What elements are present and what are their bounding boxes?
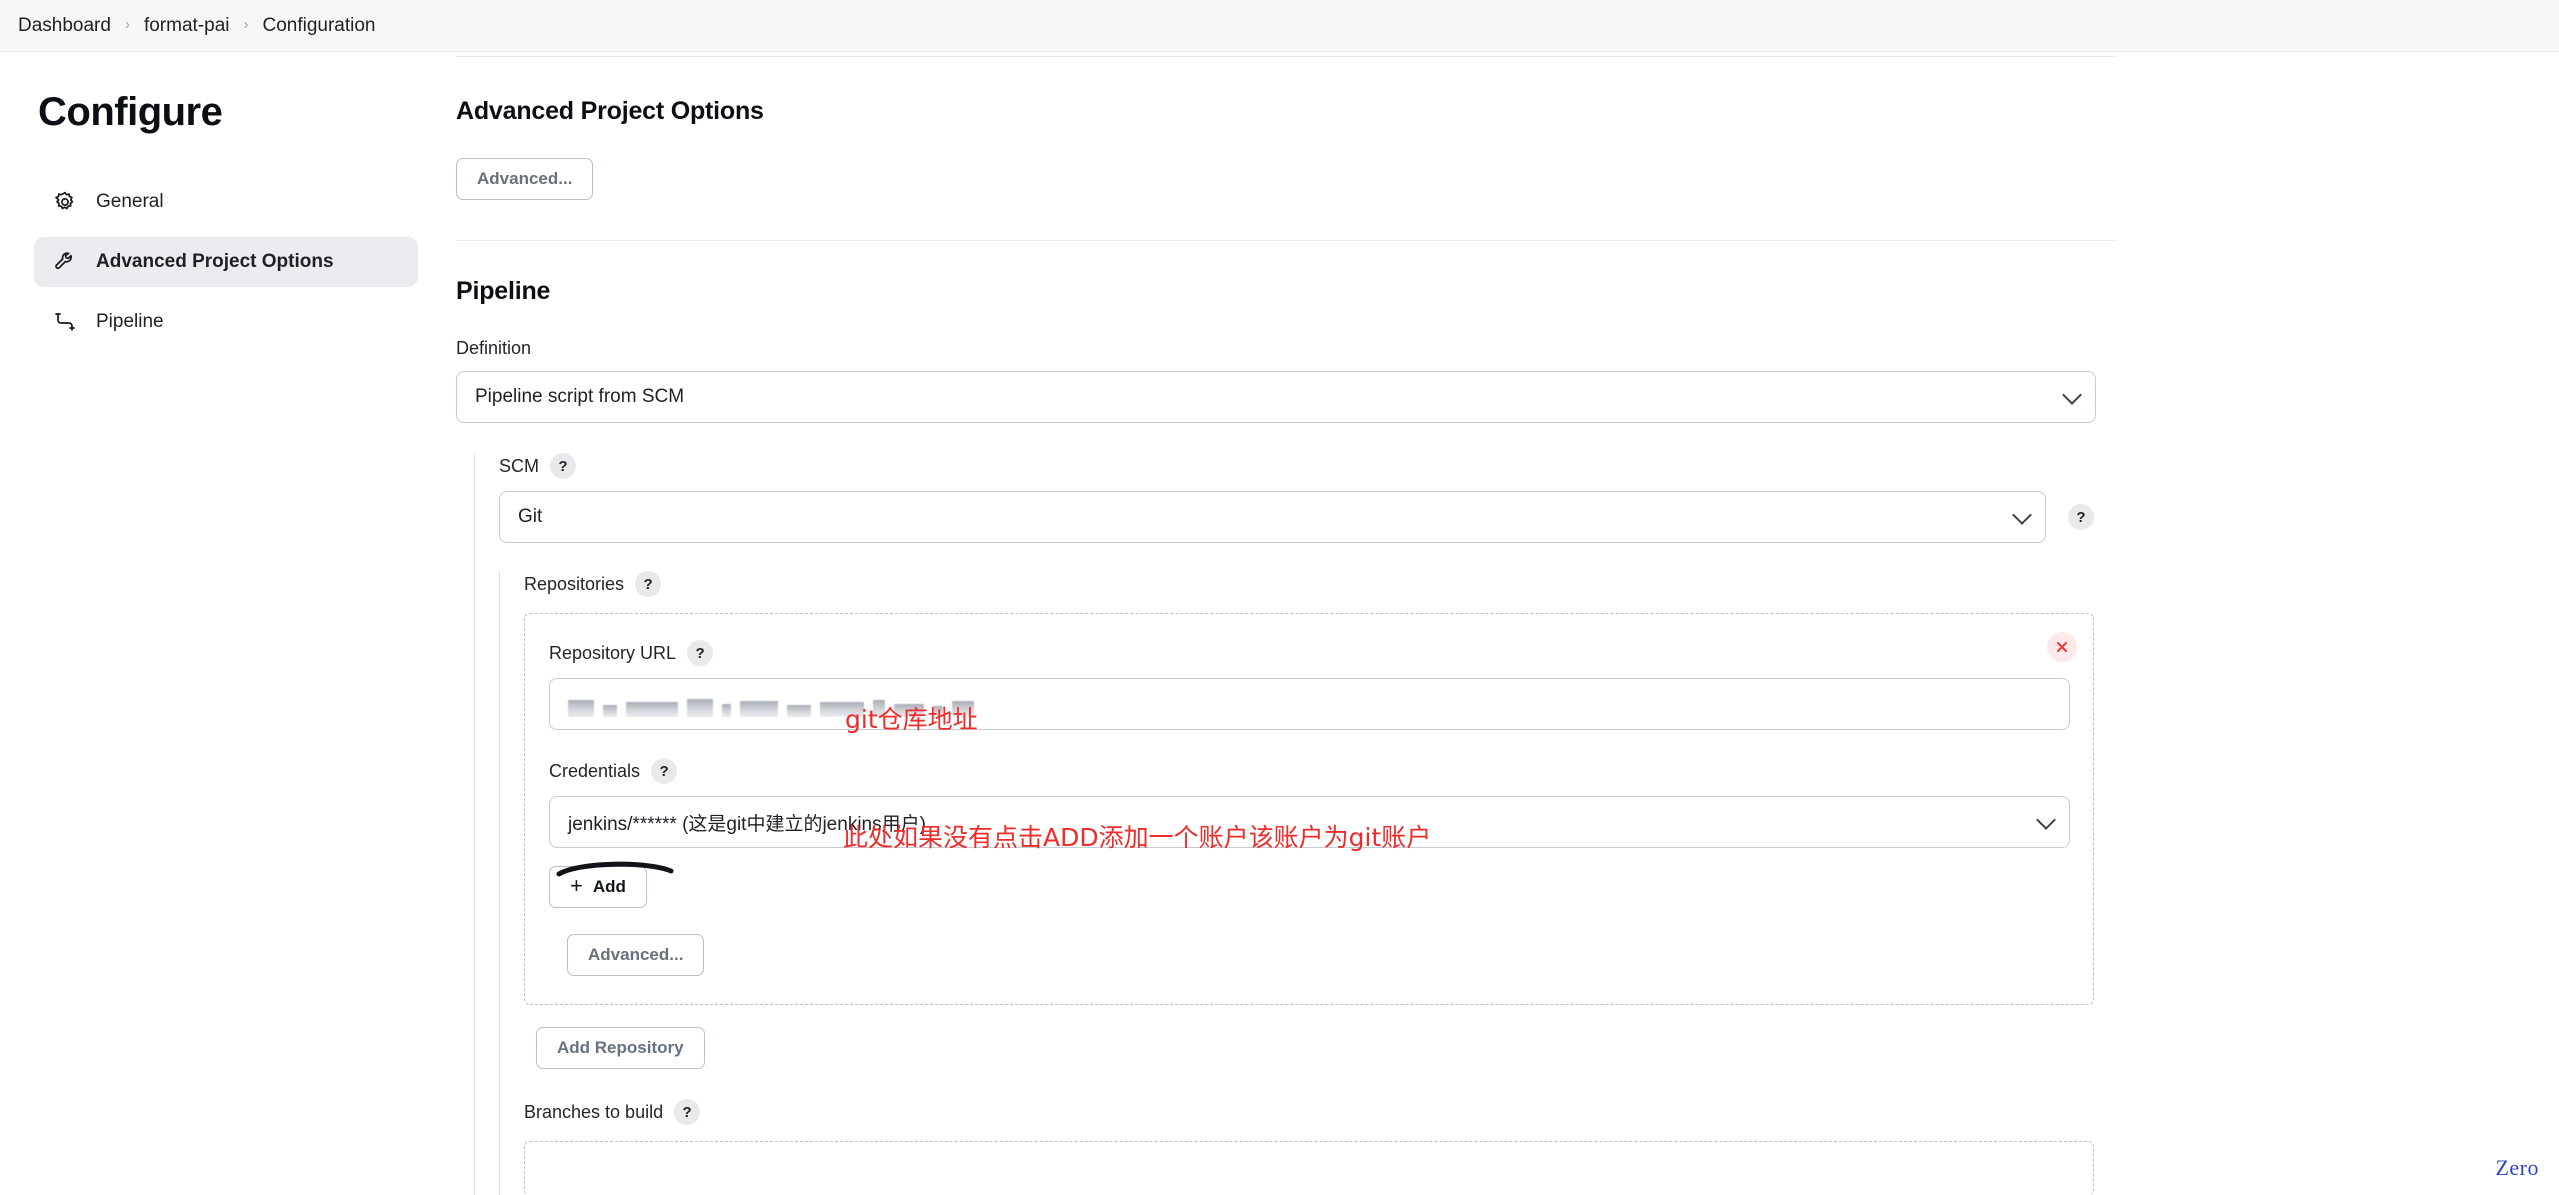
breadcrumb: Dashboard › format-pai › Configuration [0,0,2559,52]
help-icon[interactable]: ? [687,640,714,666]
definition-select[interactable]: Pipeline script from SCM [456,371,2096,423]
section-heading-pipeline: Pipeline [456,277,551,305]
add-repository-button[interactable]: Add Repository [536,1027,705,1069]
delete-repository-button[interactable] [2047,632,2077,662]
chevron-down-icon [2036,810,2056,830]
breadcrumb-item-configuration[interactable]: Configuration [262,15,375,37]
definition-label: Definition [456,338,532,358]
branches-entry [524,1141,2094,1195]
wrench-icon [52,249,78,275]
help-icon[interactable]: ? [651,758,678,784]
configure-sidebar: Configure General Advanced Project Optio… [0,52,452,1195]
repository-url-label-text: Repository URL [549,642,677,663]
sidebar-item-pipeline[interactable]: Pipeline [34,297,418,347]
main-content: Advanced Project Options Advanced... Pip… [452,52,2559,1195]
credentials-label: Credentials ? [549,758,678,784]
scm-select-value: Git [518,506,543,527]
watermark: Zero [2495,1155,2539,1180]
pipeline-icon [52,309,78,335]
help-icon[interactable]: ? [2068,504,2094,530]
breadcrumb-separator-icon: › [124,16,130,33]
repository-url-input[interactable] [549,678,2070,730]
sidebar-item-label: General [96,191,164,212]
chevron-down-icon [2062,385,2082,405]
credentials-select-value: jenkins/****** (这是git中建立的jenkins用户) [568,813,926,835]
credentials-label-text: Credentials [549,760,641,781]
sidebar-item-label: Pipeline [96,311,164,332]
repositories-label-text: Repositories [524,573,625,594]
add-credentials-button[interactable]: + Add [549,866,647,908]
advanced-options-button[interactable]: Advanced... [456,158,594,200]
repositories-label: Repositories ? [524,571,662,597]
scm-select[interactable]: Git [499,491,2046,543]
scm-label-text: SCM [499,455,539,476]
breadcrumb-item-dashboard[interactable]: Dashboard [18,15,111,37]
redacted-value [568,691,974,717]
scm-label: SCM ? [499,453,576,479]
scm-group: SCM ? Git ? Repositories ? Repository UR… [474,453,2094,1195]
page-title: Configure [38,90,223,134]
credentials-select[interactable]: jenkins/****** (这是git中建立的jenkins用户) [549,796,2070,848]
add-credentials-label: Add [592,877,626,896]
branches-to-build-label-text: Branches to build [524,1101,664,1122]
repository-advanced-button[interactable]: Advanced... [567,934,705,976]
help-icon[interactable]: ? [674,1099,701,1125]
breadcrumb-separator-icon: › [243,16,249,33]
chevron-down-icon [2012,505,2032,525]
gear-icon [52,189,78,215]
sidebar-item-general[interactable]: General [34,177,418,227]
top-divider [456,56,2116,57]
section-heading-advanced-project-options: Advanced Project Options [456,97,764,125]
section-divider [456,240,2116,241]
repositories-group: Repositories ? Repository URL ? git仓库地址 … [499,571,2094,1195]
help-icon[interactable]: ? [635,571,662,597]
sidebar-item-advanced-project-options[interactable]: Advanced Project Options [34,237,418,287]
branches-to-build-label: Branches to build ? [524,1099,701,1125]
definition-select-value: Pipeline script from SCM [475,386,685,407]
repository-url-label: Repository URL ? [549,640,714,666]
breadcrumb-item-project[interactable]: format-pai [144,15,230,37]
repository-entry: Repository URL ? git仓库地址 Credentials ? j… [524,613,2094,1005]
page-body: Configure General Advanced Project Optio… [0,52,2559,1195]
plus-icon: + [570,873,583,898]
sidebar-item-label: Advanced Project Options [96,251,334,272]
help-icon[interactable]: ? [550,453,576,479]
